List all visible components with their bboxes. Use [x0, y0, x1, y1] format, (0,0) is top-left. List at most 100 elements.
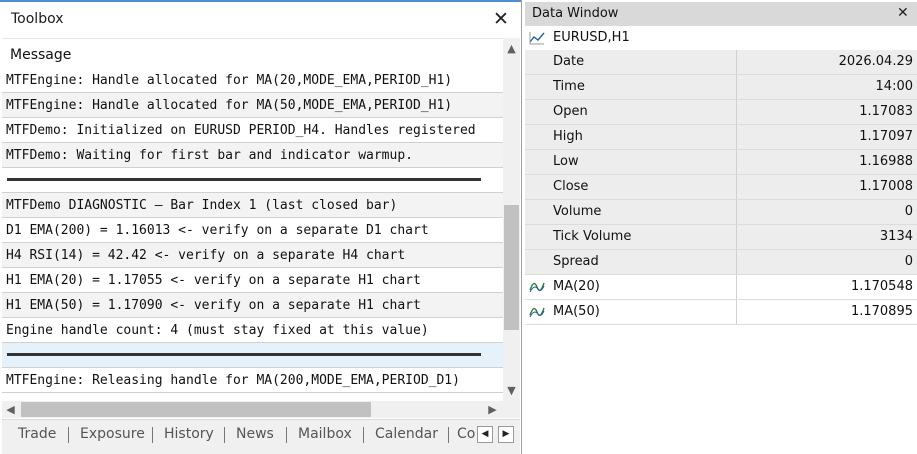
- data-value: 1.170548: [850, 279, 913, 294]
- toolbox-accent-line: [0, 0, 521, 2]
- data-value: 0: [904, 204, 913, 219]
- data-window-close-icon[interactable]: ✕: [897, 5, 909, 21]
- separator-row[interactable]: [2, 168, 503, 193]
- scroll-up-icon[interactable]: ▲: [503, 40, 520, 57]
- data-label: Open: [553, 104, 588, 119]
- data-label: Time: [553, 79, 585, 94]
- message-list[interactable]: Message MTFEngine: Handle allocated for …: [2, 38, 503, 402]
- tab-history[interactable]: History: [164, 426, 214, 442]
- data-window-symbol: EURUSD,H1: [553, 30, 630, 45]
- vertical-scroll-thumb[interactable]: [504, 205, 519, 330]
- message-row[interactable]: D1 EMA(200) = 1.16013 <- verify on a sep…: [2, 218, 503, 243]
- data-row-low[interactable]: Low 1.16988: [525, 150, 917, 175]
- data-row-time[interactable]: Time 14:00: [525, 75, 917, 100]
- tab-scroll-right-icon[interactable]: ▶: [498, 426, 514, 443]
- data-label: MA(20): [553, 279, 600, 294]
- data-label: Spread: [553, 254, 599, 269]
- data-row-ma50[interactable]: MA(50) 1.170895: [525, 300, 917, 325]
- data-label: Low: [553, 154, 579, 169]
- message-row[interactable]: MTFDemo: Waiting for first bar and indic…: [2, 143, 503, 168]
- tab-trade[interactable]: Trade: [18, 426, 56, 442]
- column-divider: [736, 125, 737, 149]
- data-label: Tick Volume: [553, 229, 632, 244]
- data-value: 1.17008: [859, 179, 913, 194]
- toolbox-panel: Toolbox ✕ Message MTFEngine: Handle allo…: [0, 0, 522, 454]
- data-value: 1.170895: [850, 304, 913, 319]
- data-row-high[interactable]: High 1.17097: [525, 125, 917, 150]
- data-value: 1.17097: [859, 129, 913, 144]
- indicator-icon: [529, 307, 545, 318]
- data-row-volume[interactable]: Volume 0: [525, 200, 917, 225]
- chart-line-icon: [529, 32, 545, 45]
- scroll-left-icon[interactable]: ◀: [2, 401, 19, 418]
- scroll-right-icon[interactable]: ▶: [484, 401, 501, 418]
- data-label: MA(50): [553, 304, 600, 319]
- data-value: 3134: [879, 229, 913, 244]
- scrollbar-corner: [503, 401, 520, 418]
- column-divider: [736, 175, 737, 199]
- message-row[interactable]: H4 RSI(14) = 42.42 <- verify on a separa…: [2, 243, 503, 268]
- column-divider: [736, 250, 737, 274]
- data-label: Date: [553, 54, 585, 69]
- tab-calendar[interactable]: Calendar: [375, 426, 438, 442]
- column-divider: [736, 150, 737, 174]
- tab-divider: [363, 427, 364, 443]
- data-row-open[interactable]: Open 1.17083: [525, 100, 917, 125]
- message-row[interactable]: Engine handle count: 4 (must stay fixed …: [2, 318, 503, 343]
- tab-divider: [448, 427, 449, 443]
- toolbox-title: Toolbox: [11, 11, 64, 27]
- data-value: 14:00: [875, 79, 913, 94]
- column-divider: [736, 75, 737, 99]
- data-value: 1.17083: [859, 104, 913, 119]
- tab-divider: [286, 427, 287, 443]
- tab-scroll-left-icon[interactable]: ◀: [477, 426, 493, 443]
- toolbox-close-icon[interactable]: ✕: [489, 8, 513, 30]
- data-label: Close: [553, 179, 589, 194]
- tab-divider: [68, 427, 69, 443]
- data-row-tick-volume[interactable]: Tick Volume 3134: [525, 225, 917, 250]
- indicator-icon: [529, 282, 545, 293]
- data-window-symbol-row[interactable]: EURUSD,H1: [525, 26, 917, 50]
- data-value: 1.16988: [859, 154, 913, 169]
- message-column-header[interactable]: Message: [2, 39, 503, 68]
- message-row[interactable]: MTFEngine: Handle allocated for MA(20,MO…: [2, 68, 503, 93]
- message-row[interactable]: H1 EMA(20) = 1.17055 <- verify on a sepa…: [2, 268, 503, 293]
- tab-news[interactable]: News: [236, 426, 274, 442]
- data-window-titlebar[interactable]: Data Window ✕: [525, 2, 917, 26]
- tab-company[interactable]: Company: [457, 426, 475, 442]
- vertical-scrollbar[interactable]: ▲ ▼: [503, 38, 520, 401]
- scroll-down-icon[interactable]: ▼: [503, 382, 520, 399]
- data-window-panel: Data Window ✕ EURUSD,H1 Date 2026.04.29 T…: [525, 0, 917, 328]
- column-divider: [736, 50, 737, 74]
- data-window-title: Data Window: [532, 6, 619, 21]
- data-label: High: [553, 129, 583, 144]
- tab-divider: [224, 427, 225, 443]
- message-row[interactable]: MTFEngine: Handle allocated for MA(50,MO…: [2, 93, 503, 118]
- separator-line: [7, 353, 481, 356]
- data-row-close[interactable]: Close 1.17008: [525, 175, 917, 200]
- column-divider: [736, 200, 737, 224]
- message-row[interactable]: MTFEngine: Releasing handle for MA(200,M…: [2, 368, 503, 393]
- data-row-date[interactable]: Date 2026.04.29: [525, 50, 917, 75]
- horizontal-scroll-thumb[interactable]: [21, 402, 371, 417]
- message-row[interactable]: MTFDemo: Initialized on EURUSD PERIOD_H4…: [2, 118, 503, 143]
- data-row-spread[interactable]: Spread 0: [525, 250, 917, 275]
- message-row[interactable]: H1 EMA(50) = 1.17090 <- verify on a sepa…: [2, 293, 503, 318]
- tab-exposure[interactable]: Exposure: [80, 426, 145, 442]
- message-row[interactable]: MTFDemo DIAGNOSTIC — Bar Index 1 (last c…: [2, 193, 503, 218]
- column-divider: [736, 225, 737, 249]
- tab-mailbox[interactable]: Mailbox: [298, 426, 352, 442]
- separator-row-selected[interactable]: [2, 343, 503, 368]
- separator-line: [7, 178, 481, 181]
- data-value: 2026.04.29: [838, 54, 913, 69]
- horizontal-scrollbar[interactable]: ◀ ▶: [2, 401, 503, 418]
- toolbox-tabs: Trade Exposure History News Mailbox Cale…: [2, 419, 520, 454]
- message-column-label: Message: [10, 47, 72, 63]
- data-value: 0: [904, 254, 913, 269]
- column-divider: [736, 100, 737, 124]
- data-label: Volume: [553, 204, 602, 219]
- column-divider: [736, 275, 737, 299]
- column-divider: [736, 300, 737, 324]
- data-row-ma20[interactable]: MA(20) 1.170548: [525, 275, 917, 300]
- tab-divider: [152, 427, 153, 443]
